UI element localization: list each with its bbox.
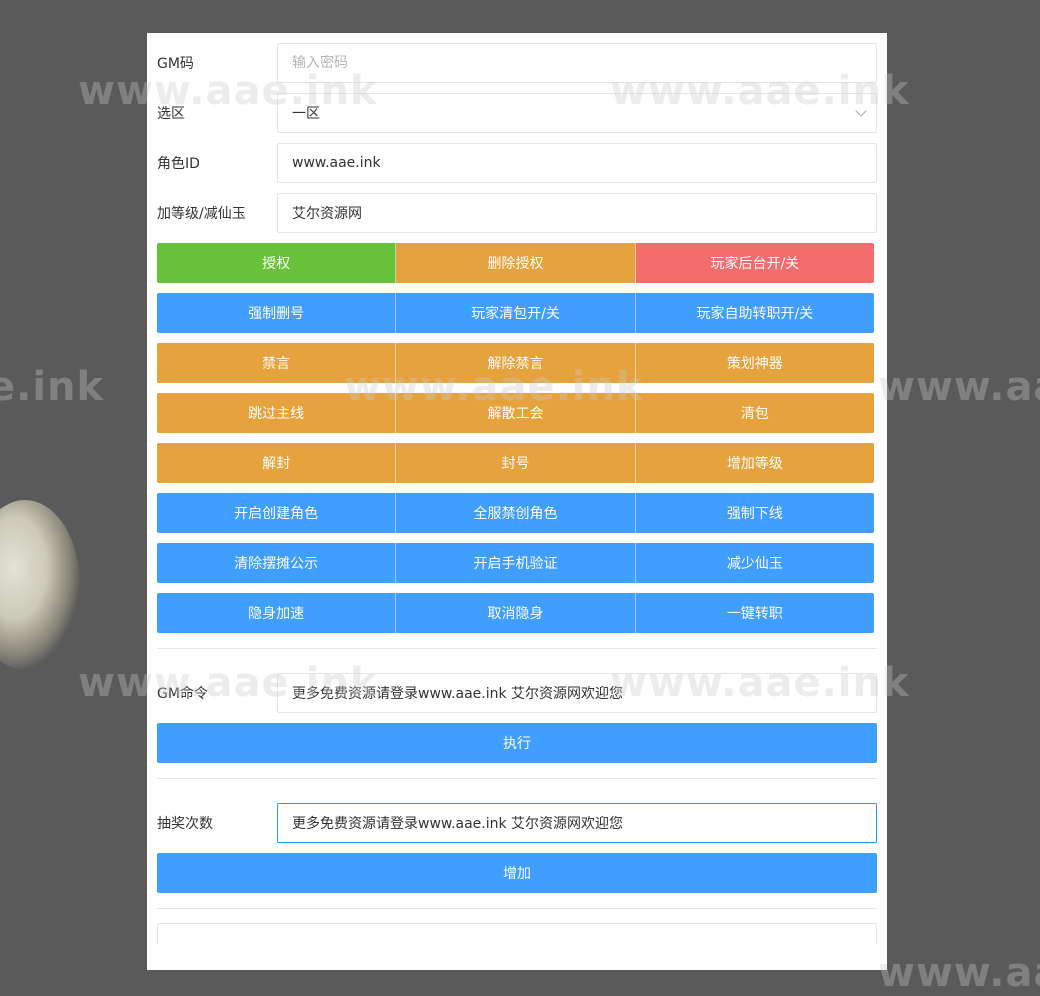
button-row: 授权 删除授权 玩家后台开/关 bbox=[157, 243, 874, 283]
action-button[interactable]: 策划神器 bbox=[635, 343, 874, 383]
button-row: 跳过主线 解散工会 清包 bbox=[157, 393, 874, 433]
action-button[interactable]: 删除授权 bbox=[396, 243, 636, 283]
zone-row: 选区 一区 bbox=[157, 93, 877, 133]
action-button[interactable]: 封号 bbox=[396, 443, 636, 483]
gm-command-input[interactable] bbox=[277, 673, 877, 713]
action-button[interactable]: 清除摆摊公示 bbox=[157, 543, 397, 583]
action-button[interactable]: 禁言 bbox=[157, 343, 397, 383]
action-button[interactable]: 一键转职 bbox=[635, 593, 874, 633]
gm-command-label: GM命令 bbox=[157, 686, 208, 702]
zone-label: 选区 bbox=[157, 106, 185, 122]
action-button[interactable]: 玩家自助转职开/关 bbox=[635, 293, 874, 333]
button-row: 强制删号 玩家清包开/关 玩家自助转职开/关 bbox=[157, 293, 874, 333]
button-row: 禁言 解除禁言 策划神器 bbox=[157, 343, 874, 383]
role-id-row: 角色ID bbox=[157, 143, 877, 183]
action-button[interactable]: 强制下线 bbox=[635, 493, 874, 533]
execute-button[interactable]: 执行 bbox=[157, 723, 877, 763]
divider bbox=[157, 648, 877, 649]
action-button[interactable]: 清包 bbox=[635, 393, 874, 433]
action-button[interactable]: 减少仙玉 bbox=[635, 543, 874, 583]
action-button[interactable]: 开启创建角色 bbox=[157, 493, 397, 533]
level-label: 加等级/减仙玉 bbox=[157, 206, 246, 222]
divider bbox=[157, 778, 877, 779]
gm-code-label: GM码 bbox=[157, 56, 194, 72]
next-section-stub bbox=[157, 923, 877, 944]
action-button[interactable]: 授权 bbox=[157, 243, 397, 283]
gm-panel: GM码 选区 一区 角色ID 加等级/减仙玉 授权删除授权玩家后台开/关强制删号… bbox=[147, 33, 887, 970]
button-row: 隐身加速 取消隐身 一键转职 bbox=[157, 593, 874, 633]
role-id-input[interactable] bbox=[277, 143, 877, 183]
gm-code-row: GM码 bbox=[157, 43, 877, 83]
action-button[interactable]: 开启手机验证 bbox=[396, 543, 636, 583]
action-button[interactable]: 玩家后台开/关 bbox=[635, 243, 874, 283]
watermark: e.ink bbox=[0, 364, 105, 410]
action-button[interactable]: 强制删号 bbox=[157, 293, 397, 333]
action-button-grid: 授权 删除授权 玩家后台开/关 强制删号 玩家清包开/关 玩家自助转职开/关 禁言 解除禁言策… bbox=[157, 243, 877, 633]
divider bbox=[157, 908, 877, 909]
level-row: 加等级/减仙玉 bbox=[157, 193, 877, 233]
button-row: 解封 封号 增加等级 bbox=[157, 443, 874, 483]
action-button[interactable]: 跳过主线 bbox=[157, 393, 397, 433]
lottery-row: 抽奖次数 bbox=[157, 803, 877, 843]
action-button[interactable]: 解除禁言 bbox=[396, 343, 636, 383]
action-button[interactable]: 全服禁创角色 bbox=[396, 493, 636, 533]
action-button[interactable]: 解散工会 bbox=[396, 393, 636, 433]
action-button[interactable]: 隐身加速 bbox=[157, 593, 397, 633]
role-id-label: 角色ID bbox=[157, 156, 200, 172]
button-row: 清除摆摊公示 开启手机验证 减少仙玉 bbox=[157, 543, 874, 583]
lottery-label: 抽奖次数 bbox=[157, 816, 213, 832]
action-button[interactable]: 解封 bbox=[157, 443, 397, 483]
button-row: 开启创建角色 全服禁创角色 强制下线 bbox=[157, 493, 874, 533]
gm-code-input[interactable] bbox=[277, 43, 877, 83]
background-decoration bbox=[0, 500, 80, 670]
zone-select[interactable]: 一区 bbox=[277, 93, 877, 133]
action-button[interactable]: 增加等级 bbox=[635, 443, 874, 483]
action-button[interactable]: 取消隐身 bbox=[396, 593, 636, 633]
action-button[interactable]: 玩家清包开/关 bbox=[396, 293, 636, 333]
watermark: www.aae.ink bbox=[878, 364, 1040, 410]
gm-command-row: GM命令 bbox=[157, 673, 877, 713]
add-button[interactable]: 增加 bbox=[157, 853, 877, 893]
zone-select-value[interactable]: 一区 bbox=[277, 93, 877, 133]
level-input[interactable] bbox=[277, 193, 877, 233]
lottery-input[interactable] bbox=[277, 803, 877, 843]
watermark: www.aae.ink bbox=[878, 950, 1040, 996]
